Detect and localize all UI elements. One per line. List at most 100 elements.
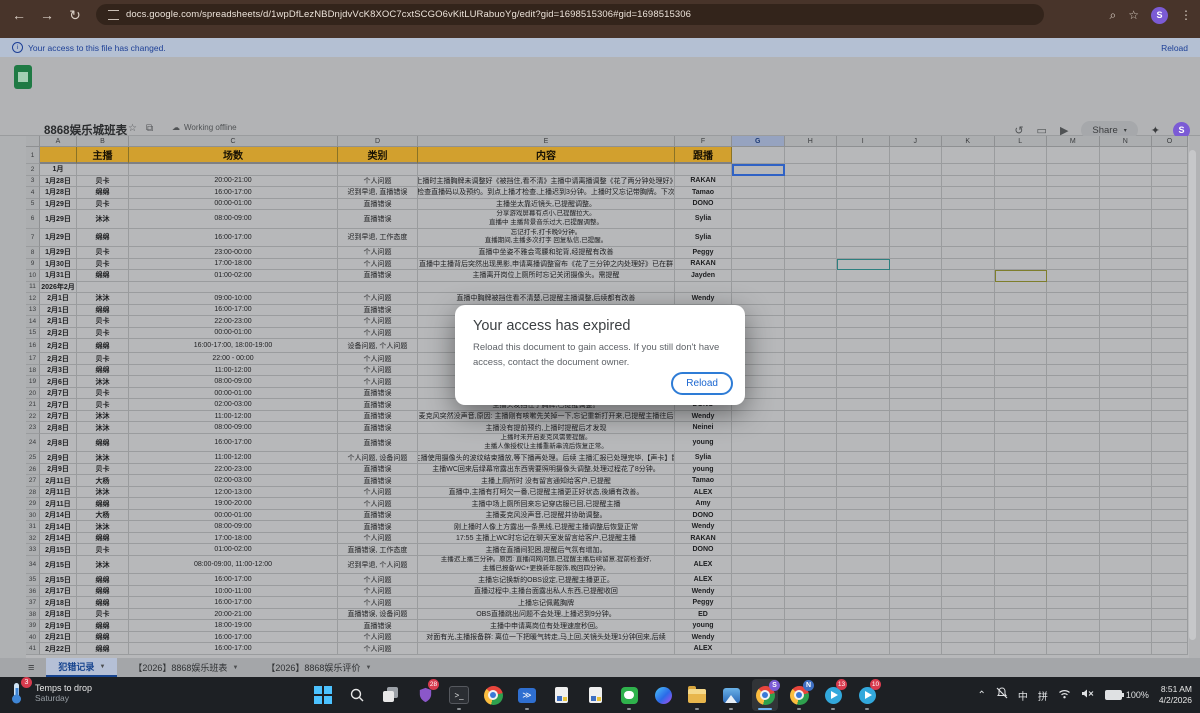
cell[interactable] <box>942 498 995 510</box>
cell[interactable] <box>942 316 995 328</box>
cell[interactable] <box>837 399 890 411</box>
cell-follower[interactable]: Tamao <box>675 475 732 487</box>
sheet-tab[interactable]: 【2026】8868娱乐评价▼ <box>254 658 383 677</box>
cell[interactable] <box>1047 521 1100 533</box>
cell[interactable] <box>995 210 1048 229</box>
column-header-I[interactable]: I <box>837 136 890 147</box>
cell-content[interactable]: 分享游戏屏幕有点小,已提醒拉大。 直播中 主播背景音乐过大,已提醒调整。 <box>418 210 675 229</box>
cell[interactable] <box>942 376 995 388</box>
cell-times[interactable] <box>129 282 338 294</box>
cell[interactable] <box>837 176 890 188</box>
cell-category[interactable]: 个人问题, 设备问题 <box>338 452 418 464</box>
cell[interactable] <box>1152 210 1188 229</box>
cell-host[interactable]: 贝卡 <box>77 464 129 476</box>
cell-times[interactable]: 01:00-02:00 <box>129 270 338 282</box>
cell[interactable] <box>942 521 995 533</box>
cell[interactable] <box>1047 574 1100 586</box>
cell[interactable] <box>1152 147 1188 164</box>
cell[interactable] <box>1152 609 1188 621</box>
cell-category[interactable]: 个人问题 <box>338 574 418 586</box>
cell[interactable] <box>732 556 785 575</box>
cell[interactable] <box>1047 411 1100 423</box>
cell[interactable] <box>942 609 995 621</box>
cell[interactable] <box>732 199 785 211</box>
cell-date[interactable]: 2月15日 <box>40 556 77 575</box>
infobar-reload-link[interactable]: Reload <box>1161 43 1188 53</box>
cell[interactable] <box>942 464 995 476</box>
row-number[interactable]: 23 <box>26 422 40 434</box>
cell[interactable] <box>890 293 943 305</box>
taskbar-app-powershell[interactable]: ≫ <box>514 679 540 711</box>
row-number[interactable]: 8 <box>26 247 40 259</box>
cell[interactable] <box>785 176 838 188</box>
cell[interactable] <box>732 533 785 545</box>
row-number[interactable]: 31 <box>26 521 40 533</box>
cell-category[interactable]: 迟到早退, 个人问题 <box>338 556 418 575</box>
cell-follower[interactable] <box>675 164 732 176</box>
cell[interactable] <box>1152 521 1188 533</box>
cell[interactable] <box>1152 282 1188 294</box>
cell[interactable] <box>785 464 838 476</box>
cell-host[interactable]: 贝卡 <box>77 609 129 621</box>
cell[interactable] <box>1100 586 1153 598</box>
cell-times[interactable]: 20:00-21:00 <box>129 176 338 188</box>
cell-host[interactable]: 沐沐 <box>77 210 129 229</box>
cell-times[interactable]: 00:00-01:00 <box>129 388 338 400</box>
column-header-D[interactable]: D <box>338 136 418 147</box>
cell[interactable] <box>1047 609 1100 621</box>
cell[interactable] <box>890 609 943 621</box>
cell[interactable] <box>1100 632 1153 644</box>
cell[interactable] <box>1047 544 1100 556</box>
cell-content[interactable]: OBS直播跳出问题不会处理,上播迟到9分钟。 <box>418 609 675 621</box>
site-info-icon[interactable] <box>108 10 119 20</box>
cell[interactable] <box>890 328 943 340</box>
cell-times[interactable]: 00:00-01:00 <box>129 510 338 522</box>
column-header-N[interactable]: N <box>1100 136 1153 147</box>
cell-times[interactable]: 09:00-10:00 <box>129 293 338 305</box>
cell-host[interactable]: 沐沐 <box>77 521 129 533</box>
cell-host[interactable] <box>77 282 129 294</box>
cell[interactable] <box>995 452 1048 464</box>
cell-follower[interactable]: DONO <box>675 510 732 522</box>
cell[interactable] <box>1152 586 1188 598</box>
cell[interactable] <box>995 464 1048 476</box>
cell-host[interactable]: 绵绵 <box>77 632 129 644</box>
cell[interactable] <box>890 229 943 248</box>
cell[interactable] <box>837 247 890 259</box>
cell[interactable] <box>1047 597 1100 609</box>
cell[interactable] <box>1047 199 1100 211</box>
cell-follower[interactable]: Jayden <box>675 270 732 282</box>
cell-content[interactable]: 麦克风突然没声音,原因: 主播刚有咳嗽先关掉一下,忘记重新打开来,已提醒主播往后 <box>418 411 675 423</box>
cell[interactable] <box>785 199 838 211</box>
weather-widget[interactable]: 3 Temps to drop Saturday <box>6 680 92 706</box>
cell-content[interactable]: 主播忘记换新的OBS设定,已提醒主播更正。 <box>418 574 675 586</box>
column-header-A[interactable]: A <box>40 136 77 147</box>
cell-date[interactable]: 1月30日 <box>40 259 77 271</box>
cell-times[interactable]: 22:00 - 00:00 <box>129 353 338 365</box>
cell-date[interactable]: 2月2日 <box>40 339 77 353</box>
cell[interactable] <box>837 411 890 423</box>
cell[interactable] <box>942 597 995 609</box>
cell[interactable] <box>1152 229 1188 248</box>
cell[interactable] <box>1100 544 1153 556</box>
cell-category[interactable]: 直播错误 <box>338 270 418 282</box>
taskbar-app-line[interactable] <box>616 679 642 711</box>
cell-times[interactable]: 01:00-02:00 <box>129 544 338 556</box>
cell-follower[interactable]: ALEX <box>675 574 732 586</box>
cell-category[interactable]: 个人问题 <box>338 328 418 340</box>
cell-category[interactable]: 设备问题, 个人问题 <box>338 339 418 353</box>
cell-date[interactable]: 2026年2月 <box>40 282 77 294</box>
cell[interactable] <box>1100 452 1153 464</box>
cell[interactable] <box>837 574 890 586</box>
cell[interactable] <box>942 187 995 199</box>
cell-date[interactable]: 2月19日 <box>40 620 77 632</box>
cell[interactable] <box>732 147 785 164</box>
cell[interactable] <box>942 229 995 248</box>
cell[interactable] <box>942 365 995 377</box>
cell-date[interactable]: 2月21日 <box>40 632 77 644</box>
cell-times[interactable]: 08:00-09:00 <box>129 521 338 533</box>
cell[interactable] <box>785 544 838 556</box>
cell-follower[interactable]: RAKAN <box>675 533 732 545</box>
cell[interactable] <box>785 187 838 199</box>
cell[interactable] <box>1047 328 1100 340</box>
